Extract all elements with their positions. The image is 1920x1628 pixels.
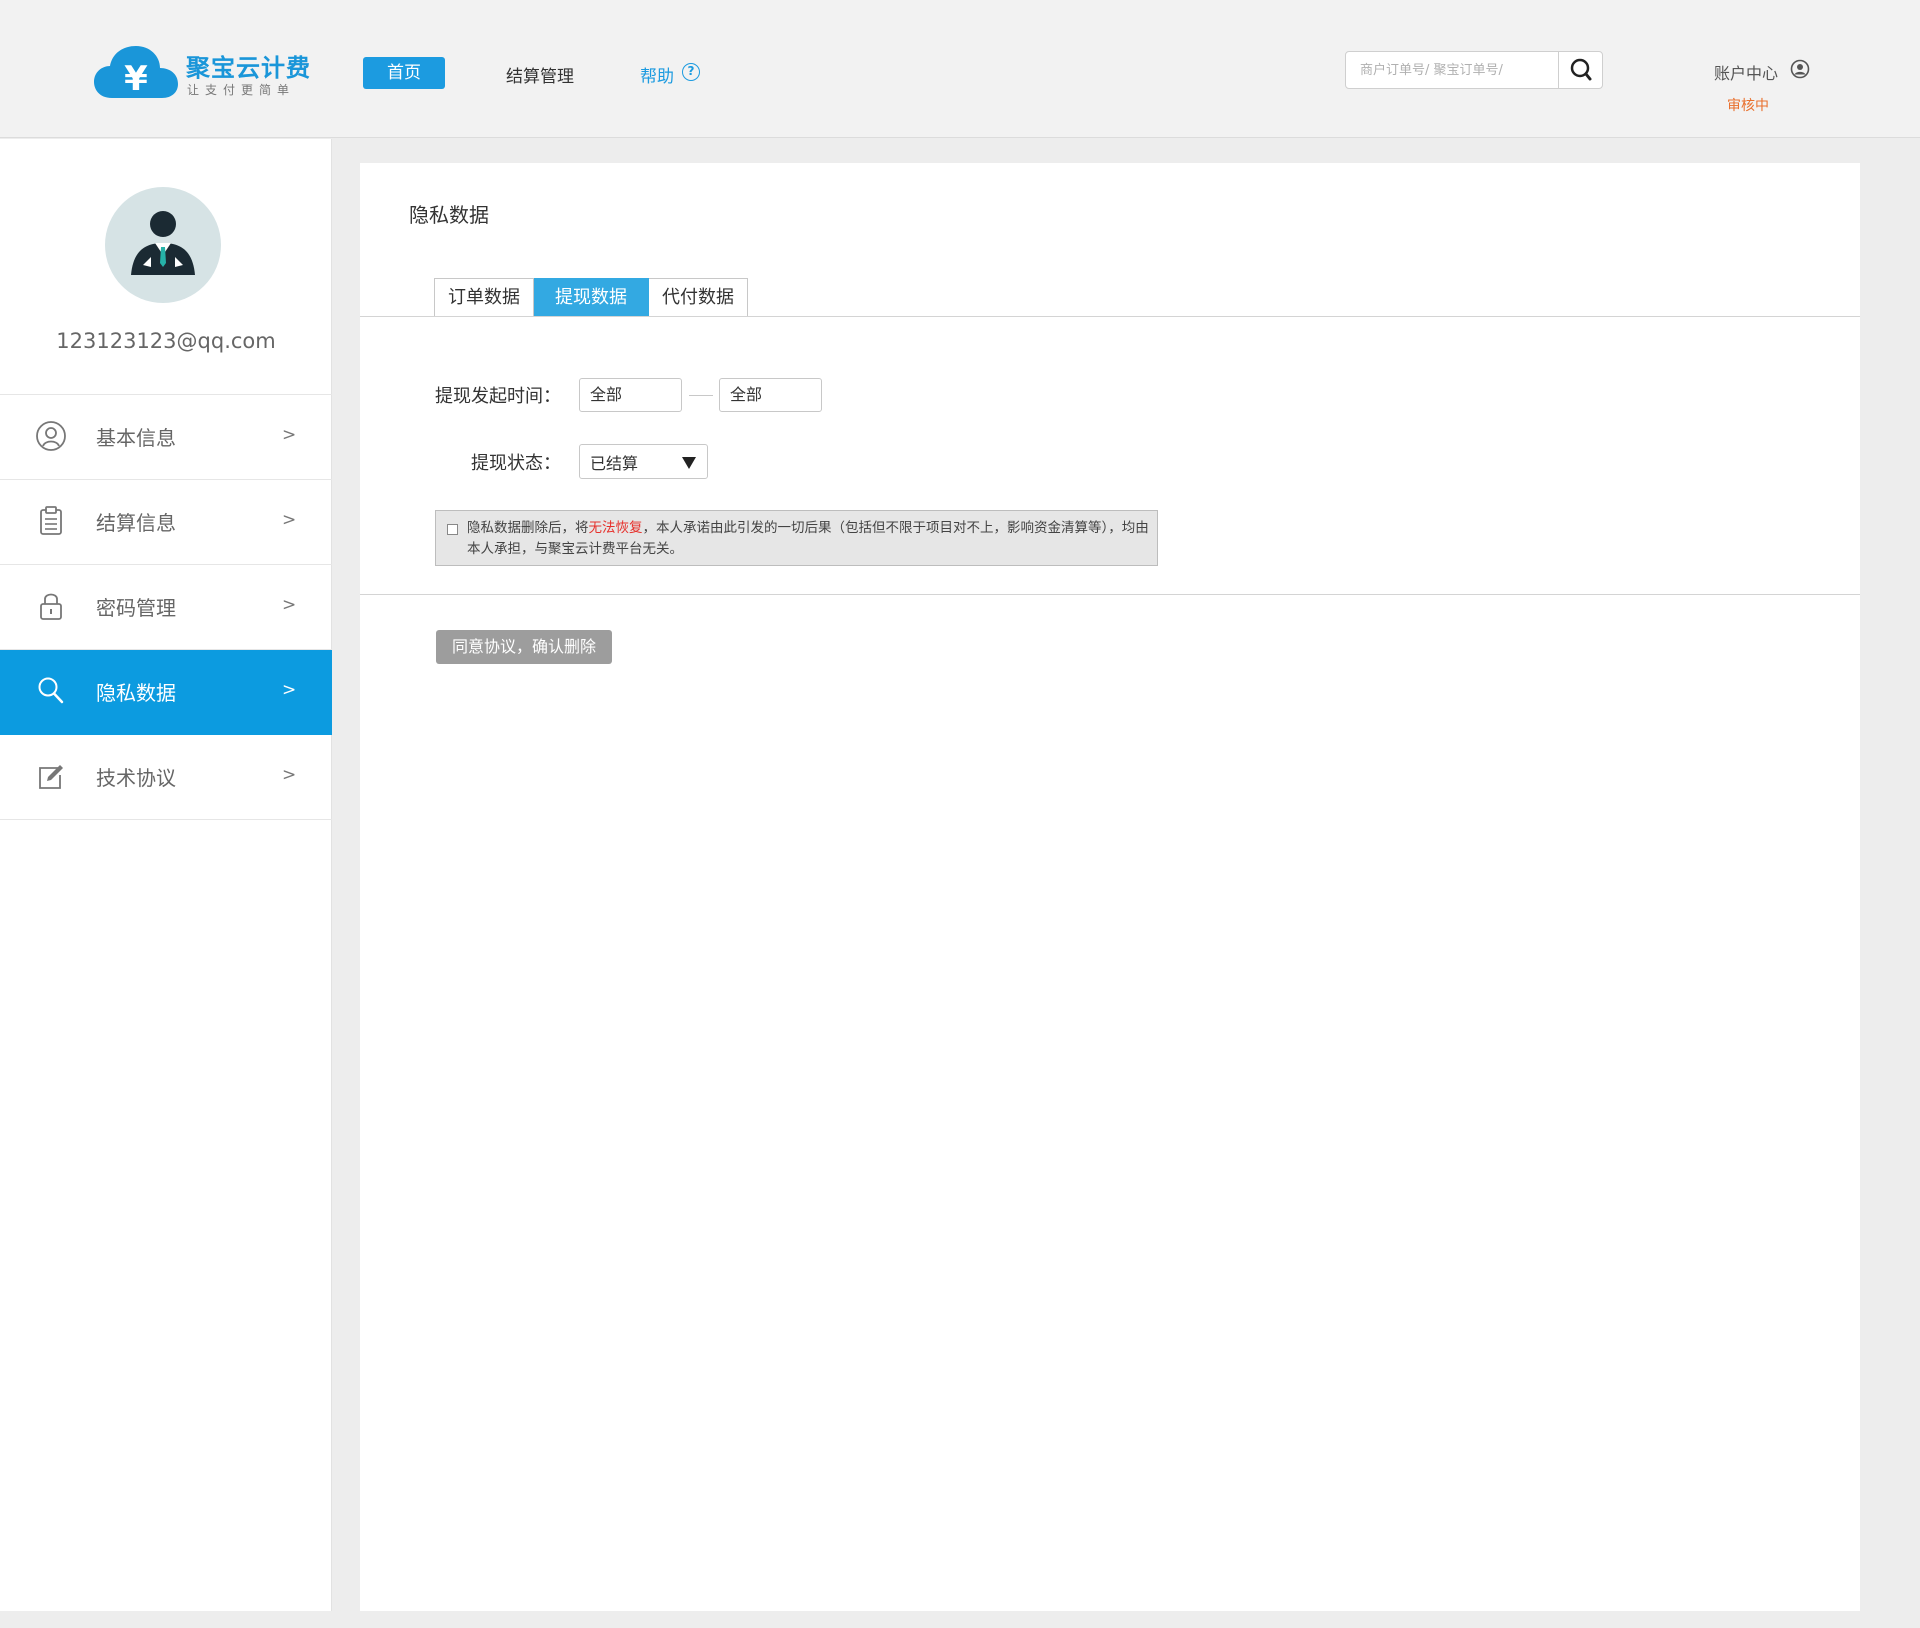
sidebar-item-basic-info[interactable]: 基本信息 >	[0, 395, 332, 480]
user-circle-icon[interactable]	[1790, 59, 1810, 79]
sidebar-menu: 基本信息 > 结算信息 > 密码管理 > 隐私数据 > 技术协议 >	[0, 394, 332, 820]
businessman-avatar-icon	[131, 211, 195, 275]
lock-icon	[40, 593, 62, 620]
search-icon	[38, 677, 64, 704]
chevron-right-icon: >	[282, 765, 297, 785]
chevron-right-icon: >	[282, 680, 297, 700]
sidebar-item-label: 技术协议	[96, 766, 176, 790]
search-box	[1345, 51, 1603, 89]
user-email: 123123123@qq.com	[56, 329, 276, 353]
nav-help-link[interactable]: 帮助	[640, 62, 674, 87]
account-center-link[interactable]: 账户中心	[1714, 60, 1778, 84]
sidebar-item-label: 密码管理	[96, 596, 176, 620]
sidebar-item-password[interactable]: 密码管理 >	[0, 565, 332, 650]
data-tabs: 订单数据 提现数据 代付数据	[434, 278, 748, 317]
search-input[interactable]	[1346, 52, 1558, 88]
sidebar-item-settlement-info[interactable]: 结算信息 >	[0, 480, 332, 565]
sidebar-item-label: 隐私数据	[96, 681, 176, 705]
sidebar-item-tech-agreement[interactable]: 技术协议 >	[0, 735, 332, 820]
delete-agreement-notice: 隐私数据删除后，将无法恢复，本人承诺由此引发的一切后果（包括但不限于项目对不上，…	[435, 510, 1158, 566]
brand-name: 聚宝云计费	[186, 54, 311, 82]
nav-settlement-link[interactable]: 结算管理	[506, 62, 574, 87]
tab-payout-data[interactable]: 代付数据	[649, 278, 748, 317]
search-button[interactable]	[1558, 52, 1602, 88]
clipboard-icon	[40, 506, 62, 535]
account-status-badge: 审核中	[1727, 98, 1769, 114]
chevron-right-icon: >	[282, 510, 297, 530]
question-circle-icon[interactable]: ?	[682, 63, 700, 81]
withdraw-status-select[interactable]: 已结算	[579, 444, 708, 479]
chevron-right-icon: >	[282, 595, 297, 615]
withdraw-time-label: 提现发起时间：	[435, 386, 561, 407]
nav-home-button[interactable]: 首页	[363, 57, 445, 89]
time-from-input[interactable]: 全部	[579, 378, 682, 412]
user-outline-icon	[36, 421, 66, 451]
tab-order-data[interactable]: 订单数据	[434, 278, 534, 317]
agreement-checkbox[interactable]	[447, 524, 458, 535]
page-title: 隐私数据	[409, 203, 489, 227]
svg-text:¥: ¥	[124, 59, 148, 99]
chevron-right-icon: >	[282, 425, 297, 445]
tabs-divider	[360, 316, 1860, 317]
time-to-input[interactable]: 全部	[719, 378, 822, 412]
agreement-text: 隐私数据删除后，将无法恢复，本人承诺由此引发的一切后果（包括但不限于项目对不上，…	[467, 520, 1149, 557]
range-separator	[689, 395, 713, 396]
sidebar-item-label: 结算信息	[96, 511, 176, 535]
caret-down-icon	[682, 457, 696, 469]
top-header: ¥ 聚宝云计费 让支付更简单 首页 结算管理 帮助 ? 账户中心 审核中	[0, 0, 1920, 138]
withdraw-status-label: 提现状态：	[471, 453, 561, 474]
cloud-yen-logo-icon: ¥	[94, 46, 178, 99]
status-select-value: 已结算	[590, 454, 639, 473]
main-content: 隐私数据 订单数据 提现数据 代付数据 提现发起时间： 全部 全部 提现状态： …	[360, 163, 1860, 1611]
confirm-delete-button[interactable]: 同意协议，确认删除	[436, 630, 612, 664]
search-icon	[1570, 58, 1592, 81]
sidebar-item-label: 基本信息	[96, 426, 176, 450]
section-divider	[360, 594, 1860, 595]
irreversible-warning: 无法恢复	[588, 520, 643, 536]
sidebar: 123123123@qq.com 基本信息 > 结算信息 > 密码管理 > 隐私…	[0, 139, 332, 1611]
avatar	[105, 187, 221, 303]
tab-withdraw-data[interactable]: 提现数据	[534, 278, 649, 317]
edit-icon	[39, 765, 63, 789]
sidebar-item-privacy-data[interactable]: 隐私数据 >	[0, 650, 332, 735]
brand-slogan: 让支付更简单	[187, 83, 296, 97]
brand-logo[interactable]: ¥ 聚宝云计费 让支付更简单	[94, 44, 310, 100]
